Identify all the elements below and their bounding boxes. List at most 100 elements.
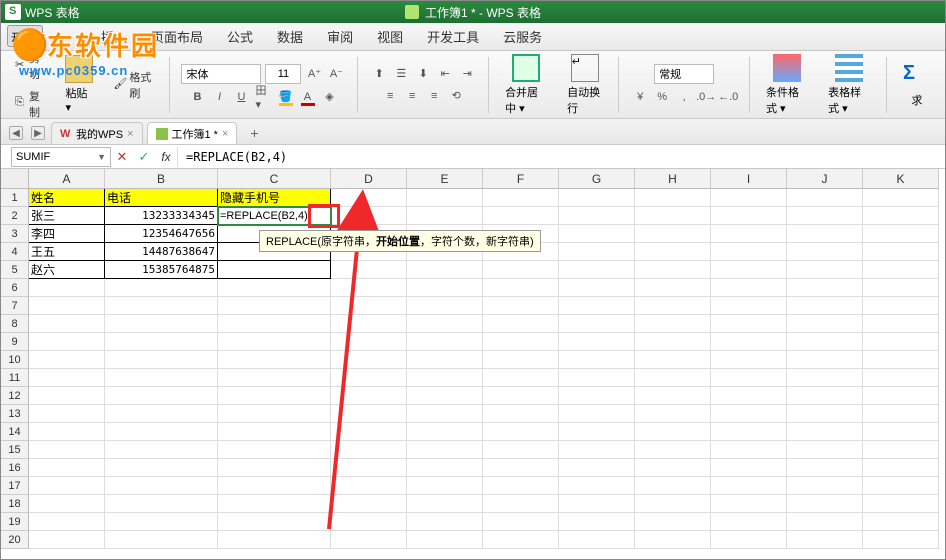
cell[interactable] xyxy=(559,351,635,369)
cell[interactable] xyxy=(863,441,939,459)
cell[interactable] xyxy=(105,315,218,333)
cell[interactable] xyxy=(863,477,939,495)
cell[interactable] xyxy=(407,297,483,315)
cell[interactable] xyxy=(711,423,787,441)
cell[interactable] xyxy=(218,441,331,459)
cell[interactable] xyxy=(218,351,331,369)
cell-c5[interactable] xyxy=(218,261,331,279)
cell[interactable] xyxy=(787,387,863,405)
cell[interactable] xyxy=(331,351,407,369)
cell[interactable] xyxy=(559,369,635,387)
cell[interactable] xyxy=(29,351,105,369)
cell[interactable] xyxy=(105,279,218,297)
cell[interactable] xyxy=(331,423,407,441)
row-header[interactable]: 6 xyxy=(1,279,29,297)
cell[interactable] xyxy=(483,477,559,495)
menu-developer[interactable]: 开发工具 xyxy=(427,27,479,46)
cell[interactable] xyxy=(787,297,863,315)
row-header[interactable]: 10 xyxy=(1,351,29,369)
cell[interactable] xyxy=(218,459,331,477)
cell[interactable] xyxy=(559,513,635,531)
cell[interactable] xyxy=(105,405,218,423)
cell[interactable] xyxy=(863,423,939,441)
currency-icon[interactable]: ¥ xyxy=(631,88,649,106)
cell[interactable] xyxy=(331,297,407,315)
menu-review[interactable]: 审阅 xyxy=(327,27,353,46)
cell[interactable] xyxy=(331,387,407,405)
cell-b2[interactable]: 13233334345 xyxy=(105,207,218,225)
tab-nav-prev[interactable]: ◀ xyxy=(9,126,23,140)
cell[interactable] xyxy=(711,459,787,477)
wrap-text-button[interactable]: ↵ 自动换行 xyxy=(559,50,610,120)
cell[interactable] xyxy=(787,477,863,495)
cell[interactable] xyxy=(635,369,711,387)
cell[interactable] xyxy=(218,279,331,297)
cell[interactable] xyxy=(407,423,483,441)
cell[interactable] xyxy=(635,441,711,459)
cell[interactable] xyxy=(559,189,635,207)
sum-button[interactable]: Σ 求 xyxy=(895,58,939,112)
menu-insert[interactable]: 插入 xyxy=(101,27,127,46)
row-header[interactable]: 18 xyxy=(1,495,29,513)
col-header[interactable]: J xyxy=(787,169,863,189)
column-headers[interactable]: A B C D E F G H I J K xyxy=(29,169,939,189)
cell[interactable] xyxy=(711,315,787,333)
formula-confirm-button[interactable]: ✓ xyxy=(133,147,155,167)
cell[interactable] xyxy=(218,315,331,333)
cell[interactable] xyxy=(711,225,787,243)
cell[interactable] xyxy=(331,405,407,423)
select-all-corner[interactable] xyxy=(1,169,29,189)
cell[interactable] xyxy=(483,369,559,387)
cell[interactable] xyxy=(105,369,218,387)
cell[interactable] xyxy=(407,477,483,495)
cell[interactable] xyxy=(787,405,863,423)
cell[interactable] xyxy=(635,387,711,405)
cell[interactable] xyxy=(218,369,331,387)
col-header[interactable]: A xyxy=(29,169,105,189)
cell[interactable] xyxy=(863,495,939,513)
cell[interactable] xyxy=(787,531,863,549)
file-menu-button[interactable]: 开始 ▾ xyxy=(7,25,43,47)
menu-page-layout[interactable]: 页面布局 xyxy=(151,27,203,46)
row-header[interactable]: 3 xyxy=(1,225,29,243)
cell[interactable] xyxy=(787,369,863,387)
cell[interactable] xyxy=(711,243,787,261)
cell[interactable] xyxy=(635,459,711,477)
cell[interactable] xyxy=(483,189,559,207)
font-size-combo[interactable] xyxy=(265,64,301,84)
cell[interactable] xyxy=(863,531,939,549)
decrease-decimal-icon[interactable]: ←.0 xyxy=(719,88,737,106)
cell[interactable] xyxy=(105,387,218,405)
cell[interactable] xyxy=(483,459,559,477)
align-top-icon[interactable]: ⬆ xyxy=(370,65,388,83)
increase-font-icon[interactable]: A⁺ xyxy=(305,65,323,83)
cell[interactable] xyxy=(483,495,559,513)
indent-increase-icon[interactable]: ⇥ xyxy=(458,65,476,83)
align-middle-icon[interactable]: ☰ xyxy=(392,65,410,83)
cell[interactable] xyxy=(863,369,939,387)
cell[interactable] xyxy=(711,513,787,531)
row-header[interactable]: 16 xyxy=(1,459,29,477)
cell[interactable] xyxy=(635,297,711,315)
chevron-down-icon[interactable]: ▼ xyxy=(97,152,106,162)
cell[interactable] xyxy=(559,477,635,495)
cell[interactable] xyxy=(483,315,559,333)
row-header[interactable]: 11 xyxy=(1,369,29,387)
row-header[interactable]: 20 xyxy=(1,531,29,549)
bold-button[interactable]: B xyxy=(188,88,206,106)
copy-button[interactable]: ⎘复制 xyxy=(11,86,49,122)
spreadsheet-grid[interactable]: A B C D E F G H I J K 123456789101112131… xyxy=(1,169,945,559)
cell[interactable] xyxy=(787,189,863,207)
cell[interactable] xyxy=(483,351,559,369)
cell[interactable] xyxy=(711,531,787,549)
cell[interactable] xyxy=(407,441,483,459)
tab-workbook1[interactable]: 工作簿1 * × xyxy=(147,122,238,144)
cell[interactable] xyxy=(218,531,331,549)
cell[interactable] xyxy=(483,405,559,423)
cell[interactable] xyxy=(863,261,939,279)
cell[interactable] xyxy=(29,297,105,315)
col-header[interactable]: D xyxy=(331,169,407,189)
cell[interactable] xyxy=(407,261,483,279)
formula-cancel-button[interactable]: ✕ xyxy=(111,147,133,167)
cell-b1[interactable]: 电话 xyxy=(105,189,218,207)
